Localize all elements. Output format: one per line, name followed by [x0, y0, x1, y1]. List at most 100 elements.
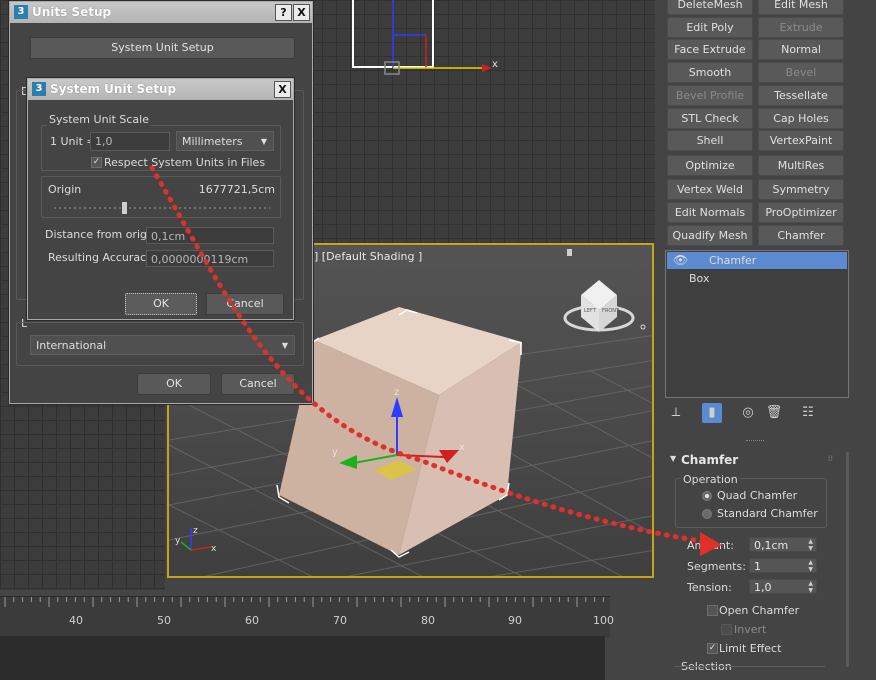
stack-toolbar: ⟂ ▮ ◎ 🗑 ☷	[666, 403, 846, 425]
limit-effect-checkbox[interactable]: ✓	[707, 643, 718, 654]
system-unit-setup-titlebar[interactable]: 3 System Unit Setup X	[28, 79, 293, 100]
slider-thumb	[122, 202, 127, 214]
origin-label: Origin	[48, 183, 82, 196]
ruler-label-90: 90	[508, 614, 522, 627]
ruler-label-100: 100	[593, 614, 614, 627]
ruler-label-50: 50	[157, 614, 171, 627]
svg-text:y: y	[332, 447, 338, 458]
system-ok-button[interactable]: OK	[125, 293, 197, 315]
modifier-button[interactable]: Bevel	[758, 62, 844, 83]
amount-label: Amount:	[687, 539, 734, 552]
modifier-button[interactable]: Bevel Profile	[667, 85, 753, 106]
amount-spinner[interactable]: 0,1cm ▲ ▼	[749, 537, 817, 552]
chevron-down-icon: ▼	[260, 137, 267, 146]
svg-text:FRONT: FRONT	[602, 308, 620, 314]
quad-chamfer-label: Quad Chamfer	[717, 489, 798, 502]
modifier-button[interactable]: STL Check	[667, 108, 753, 129]
respect-units-checkbox[interactable]: ✓	[91, 157, 102, 168]
time-ruler[interactable]: 40 50 60 70 80 90 100	[0, 596, 614, 637]
modifier-button[interactable]: Face Extrude	[667, 39, 753, 60]
segments-spinner[interactable]: 1 ▲ ▼	[749, 558, 817, 573]
open-chamfer-checkbox[interactable]	[707, 605, 718, 616]
make-unique-icon[interactable]: ◎	[738, 403, 758, 423]
svg-text:z: z	[193, 526, 198, 536]
ruler-label-40: 40	[69, 614, 83, 627]
svg-text:LEFT: LEFT	[584, 308, 597, 314]
panel-splitter[interactable]	[746, 440, 764, 445]
lighting-units-dropdown[interactable]: International ▼	[30, 335, 295, 355]
units-ok-button[interactable]: OK	[137, 373, 211, 395]
units-dropdown[interactable]: Millimeters ▼	[176, 131, 274, 151]
grip-icon: ⁞⁞	[827, 454, 833, 463]
distance-label: Distance from origin:	[45, 228, 161, 241]
modifier-button[interactable]: Edit Poly	[667, 17, 753, 38]
tension-spinner[interactable]: 1,0 ▲ ▼	[749, 579, 817, 594]
modifier-button[interactable]: Quadify Mesh	[667, 225, 753, 246]
svg-text:z: z	[394, 387, 399, 398]
show-end-result-icon[interactable]: ▮	[702, 403, 722, 423]
segments-label: Segments:	[687, 560, 746, 573]
modifier-button[interactable]: Cap Holes	[758, 108, 844, 129]
modifier-button[interactable]: Smooth	[667, 62, 753, 83]
modifier-button[interactable]: DeleteMesh	[667, 0, 753, 15]
open-chamfer-label: Open Chamfer	[719, 604, 800, 617]
distance-field[interactable]: 0,1cm	[146, 227, 274, 244]
close-button[interactable]: X	[274, 81, 291, 98]
modifier-stack[interactable]: 👁 Chamfer Box	[665, 250, 849, 398]
modifier-button[interactable]: Chamfer	[758, 225, 844, 246]
modifier-button[interactable]: Edit Mesh	[758, 0, 844, 15]
modifier-button[interactable]: VertexPaint	[758, 130, 844, 151]
modifier-button[interactable]: MultiRes	[758, 155, 844, 176]
stack-item-box[interactable]: Box	[667, 270, 847, 287]
modifier-button[interactable]: Optimize	[667, 155, 753, 176]
modifier-button[interactable]: Symmetry	[758, 179, 844, 200]
system-unit-setup-button[interactable]: System Unit Setup	[30, 37, 295, 59]
configure-modifier-sets-icon[interactable]: ☷	[798, 403, 818, 423]
modifier-button[interactable]: Edit Normals	[667, 202, 753, 223]
radio-quad-chamfer[interactable]	[702, 491, 712, 501]
one-unit-label: 1 Unit =	[50, 135, 96, 148]
accuracy-field[interactable]: 0,0000000119cm	[146, 250, 274, 267]
system-unit-setup-dialog: 3 System Unit Setup X System Unit Scale …	[27, 78, 294, 320]
chevron-down-icon: ▼	[281, 341, 288, 350]
units-setup-title: Units Setup	[32, 5, 112, 19]
one-unit-field[interactable]: 1,0	[90, 132, 170, 151]
remove-modifier-icon[interactable]: 🗑	[764, 403, 784, 423]
app-logo-icon: 3	[32, 82, 46, 96]
operation-label: Operation	[681, 473, 740, 486]
collapse-icon[interactable]: ▼	[670, 454, 676, 463]
world-axis-tripod: z x y	[175, 526, 217, 554]
units-setup-titlebar[interactable]: 3 Units Setup ? X	[10, 2, 312, 23]
front-view-gizmo: x	[384, 0, 498, 75]
modifier-button[interactable]: Normal	[758, 39, 844, 60]
modifier-button[interactable]: Extrude	[758, 17, 844, 38]
modifier-button[interactable]: Shell	[667, 130, 753, 151]
front-x-axis-label: x	[492, 59, 498, 70]
pin-icon[interactable]: ⟂	[666, 403, 686, 423]
chamfer-rollout: ▼ Chamfer ⁞⁞ Operation Quad Chamfer Stan…	[667, 450, 845, 680]
system-cancel-button[interactable]: Cancel	[206, 293, 284, 315]
respect-units-label: Respect System Units in Files	[104, 156, 266, 169]
units-cancel-button[interactable]: Cancel	[221, 373, 295, 395]
rollout-title[interactable]: Chamfer	[681, 453, 738, 467]
help-button[interactable]: ?	[275, 4, 292, 21]
tension-label: Tension:	[687, 581, 732, 594]
modifier-button[interactable]: Vertex Weld	[667, 179, 753, 200]
svg-text:x: x	[459, 442, 465, 453]
limit-effect-label: Limit Effect	[719, 642, 782, 655]
radio-standard-chamfer[interactable]	[702, 509, 712, 519]
selection-group	[675, 666, 825, 679]
rollout-scrollbar[interactable]	[846, 452, 849, 667]
app-logo-icon: 3	[14, 5, 28, 19]
origin-slider[interactable]	[54, 199, 270, 215]
modifier-button[interactable]: ProOptimizer	[758, 202, 844, 223]
invert-checkbox[interactable]	[721, 624, 732, 635]
close-button[interactable]: X	[293, 4, 310, 21]
eye-icon[interactable]: 👁	[673, 252, 688, 269]
accuracy-label: Resulting Accuracy:	[48, 251, 156, 264]
viewport-label[interactable]: ] [Default Shading ]	[314, 250, 422, 263]
invert-label: Invert	[734, 623, 767, 636]
stack-item-chamfer[interactable]: 👁 Chamfer	[667, 252, 847, 269]
status-bar	[0, 636, 605, 680]
modifier-button[interactable]: Tessellate	[758, 85, 844, 106]
